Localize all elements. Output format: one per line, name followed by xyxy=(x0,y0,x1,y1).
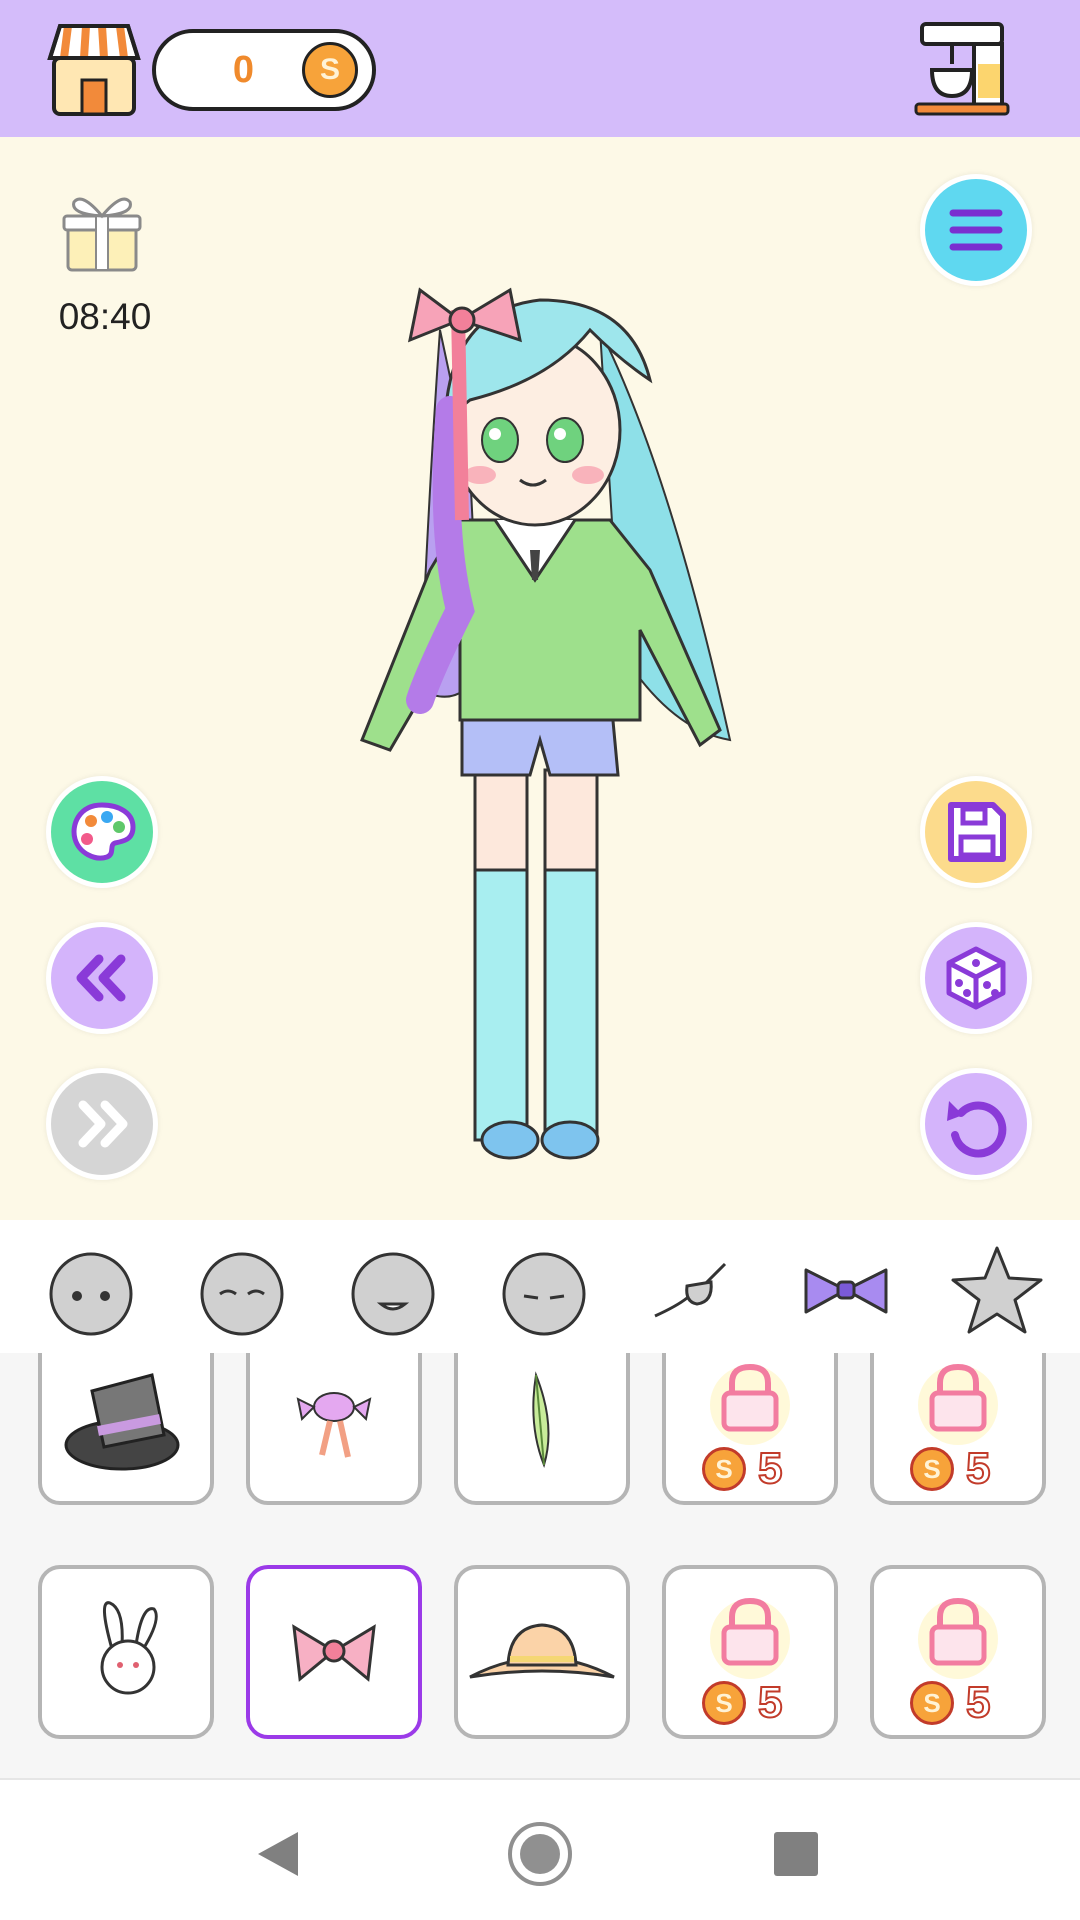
item-locked-3[interactable]: S 5 xyxy=(662,1565,838,1739)
tab-face-sleepy[interactable] xyxy=(496,1242,592,1338)
coin-icon: S xyxy=(910,1447,954,1491)
coin-icon: S xyxy=(910,1681,954,1725)
item-price: S 5 xyxy=(910,1678,1020,1728)
top-hat-icon xyxy=(64,1373,180,1471)
price-value: 5 xyxy=(757,1678,784,1728)
shop-icon[interactable] xyxy=(46,18,142,120)
item-candy-ribbon[interactable] xyxy=(246,1353,422,1505)
randomize-button[interactable] xyxy=(920,922,1032,1034)
gift-timer: 08:40 xyxy=(58,296,152,337)
star-icon xyxy=(951,1246,1043,1334)
home-icon[interactable] xyxy=(506,1820,574,1888)
tab-eyepatch[interactable] xyxy=(647,1242,743,1338)
tab-face-neutral[interactable] xyxy=(43,1242,139,1338)
category-tabs xyxy=(0,1220,1080,1353)
item-locked-1[interactable]: S 5 xyxy=(662,1353,838,1505)
character-avatar xyxy=(350,270,750,1160)
coin-balance: 0 S xyxy=(152,29,376,111)
item-feather[interactable] xyxy=(454,1353,630,1505)
coin-icon: S xyxy=(702,1681,746,1725)
previous-button[interactable] xyxy=(46,922,158,1034)
face-smile-icon xyxy=(351,1252,435,1336)
price-value: 5 xyxy=(965,1678,992,1728)
item-bunny[interactable] xyxy=(38,1565,214,1739)
item-price: S 5 xyxy=(702,1678,812,1728)
tab-bow[interactable] xyxy=(798,1242,894,1338)
recents-icon[interactable] xyxy=(772,1830,820,1878)
back-icon[interactable] xyxy=(250,1826,306,1882)
item-locked-4[interactable]: S 5 xyxy=(870,1565,1046,1739)
sun-hat-icon xyxy=(469,1623,615,1679)
save-icon xyxy=(948,802,1006,862)
double-chevron-right-icon xyxy=(78,1100,128,1148)
top-bar: 0 S xyxy=(0,0,1080,137)
item-pink-bow[interactable] xyxy=(246,1565,422,1739)
face-closed-eyes-icon xyxy=(200,1252,284,1336)
item-top-hat[interactable] xyxy=(38,1353,214,1505)
color-palette-button[interactable] xyxy=(46,776,158,888)
save-button[interactable] xyxy=(920,776,1032,888)
coffee-machine-icon[interactable] xyxy=(912,20,1012,118)
price-value: 5 xyxy=(965,1444,992,1494)
pink-bow-icon xyxy=(292,1624,376,1682)
double-chevron-left-icon xyxy=(76,954,126,1002)
item-price: S 5 xyxy=(910,1444,1020,1494)
bunny-icon xyxy=(100,1601,158,1695)
item-locked-2[interactable]: S 5 xyxy=(870,1353,1046,1505)
coin-icon: S xyxy=(302,42,358,98)
dice-icon xyxy=(946,946,1006,1010)
tab-face-smile[interactable] xyxy=(345,1242,441,1338)
undo-icon xyxy=(947,1101,1007,1158)
tab-face-closed-eyes[interactable] xyxy=(194,1242,290,1338)
menu-icon xyxy=(949,209,1003,251)
coin-icon: S xyxy=(702,1447,746,1491)
candy-ribbon-icon xyxy=(296,1392,372,1458)
bow-icon xyxy=(804,1268,888,1314)
face-sleepy-icon xyxy=(502,1252,586,1336)
item-price: S 5 xyxy=(702,1444,812,1494)
reset-button[interactable] xyxy=(920,1068,1032,1180)
tab-star[interactable] xyxy=(949,1242,1045,1338)
item-grid: S 5 S 5 S 5 S 5 xyxy=(0,1353,1080,1778)
gift-box-icon[interactable] xyxy=(62,190,142,274)
system-nav-bar xyxy=(0,1778,1080,1920)
next-button[interactable] xyxy=(46,1068,158,1180)
eyepatch-icon xyxy=(654,1262,727,1318)
feather-icon xyxy=(532,1371,550,1469)
face-neutral-icon xyxy=(49,1252,133,1336)
palette-icon xyxy=(71,802,136,861)
menu-button[interactable] xyxy=(920,174,1032,286)
price-value: 5 xyxy=(757,1444,784,1494)
item-sun-hat[interactable] xyxy=(454,1565,630,1739)
